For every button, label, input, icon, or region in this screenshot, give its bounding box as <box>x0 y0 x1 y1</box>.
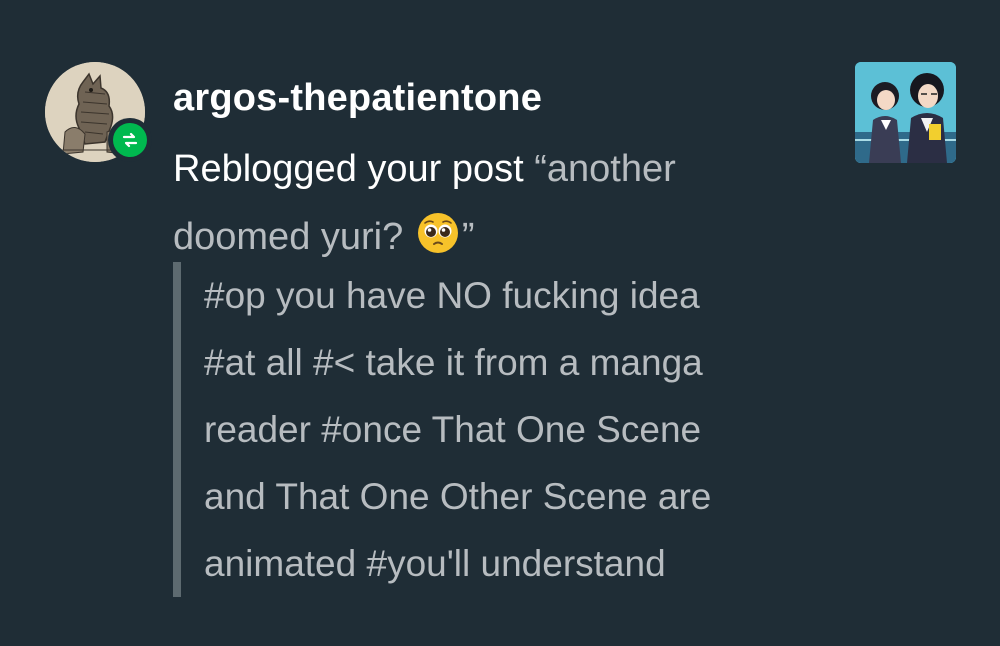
reblog-badge <box>108 118 152 162</box>
reblog-tags: #op you have NO fucking idea #at all #< … <box>173 262 904 597</box>
tags-line: #op you have NO fucking idea <box>204 275 700 316</box>
tags-line: #at all #< take it from a manga <box>204 342 703 383</box>
tags-line: animated #you'll understand <box>204 543 666 584</box>
post-title-close-quote: ” <box>461 216 475 258</box>
tags-line: and That One Other Scene are <box>204 476 712 517</box>
post-thumbnail[interactable] <box>855 62 956 163</box>
notification-headline: Reblogged your post “another doomed yuri… <box>173 135 823 277</box>
notification-body: argos-thepatientone Reblogged your post … <box>173 74 823 277</box>
tags-line: reader #once That One Scene <box>204 409 702 450</box>
username-link[interactable]: argos-thepatientone <box>173 74 823 122</box>
reblog-notification[interactable]: argos-thepatientone Reblogged your post … <box>0 0 1000 646</box>
reblog-icon <box>113 123 147 157</box>
user-avatar[interactable] <box>45 62 152 162</box>
action-text: Reblogged your post <box>173 148 535 190</box>
